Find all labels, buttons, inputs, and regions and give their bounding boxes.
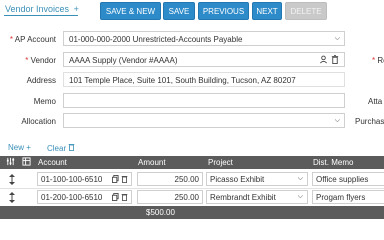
project-select[interactable]: Rembrandt Exhibit ⌵ — [206, 190, 308, 204]
address-field: 101 Temple Place, Suite 101, South Build… — [63, 72, 345, 87]
dist-memo-input[interactable]: Office supplies — [312, 172, 384, 186]
toolbar: Vendor Invoices + SAVE & NEW SAVE PREVIO… — [0, 0, 384, 22]
contact-icon[interactable] — [319, 55, 328, 66]
amount-input[interactable]: 250.00 — [137, 172, 203, 186]
column-project[interactable]: Project — [208, 158, 233, 167]
chevron-down-icon: ⌵ — [297, 193, 303, 200]
trash-icon[interactable] — [331, 55, 339, 66]
chevron-down-icon: ⌵ — [297, 175, 303, 182]
allocation-select[interactable]: ⌵ — [63, 113, 345, 128]
column-account[interactable]: Account — [38, 158, 67, 167]
drag-handle-icon[interactable] — [8, 174, 16, 187]
account-cell[interactable]: 01-100-100-6510 — [37, 172, 132, 186]
page-title-text: Vendor Invoices — [5, 4, 70, 14]
right-attachment-label: Atta — [368, 97, 383, 106]
table-row: 01-100-100-6510 250.00 Picasso Exhibit ⌵… — [0, 171, 384, 188]
previous-button[interactable]: PREVIOUS — [198, 2, 249, 20]
account-cell[interactable]: 01-200-100-6510 — [37, 190, 132, 204]
column-dist-memo[interactable]: Dist. Memo — [313, 158, 353, 167]
clear-lines-link[interactable]: Clear — [47, 143, 75, 153]
chevron-down-icon: ⌵ — [334, 117, 340, 124]
right-required-label: * Re — [372, 56, 384, 65]
column-amount[interactable]: Amount — [138, 158, 166, 167]
total-amount: $500.00 — [146, 208, 175, 217]
trash-icon — [68, 144, 75, 153]
address-label: Address — [26, 76, 56, 85]
next-button[interactable]: NEXT — [252, 2, 282, 20]
drag-handle-icon[interactable] — [8, 192, 16, 205]
allocation-label: Allocation — [21, 117, 56, 126]
trash-icon[interactable] — [121, 175, 128, 185]
memo-input[interactable] — [63, 93, 345, 108]
settings-icon[interactable] — [6, 157, 15, 168]
ap-account-label: * AP Account — [9, 35, 56, 44]
save-and-new-button[interactable]: SAVE & NEW — [100, 2, 161, 20]
chevron-down-icon: ⌵ — [334, 35, 340, 42]
filter-icon[interactable] — [22, 157, 31, 168]
vendor-label: * Vendor — [25, 56, 56, 65]
save-button[interactable]: SAVE — [163, 2, 195, 20]
trash-icon[interactable] — [121, 193, 128, 203]
right-purchase-label: Purchas — [355, 117, 384, 126]
grid-footer: $500.00 — [0, 206, 384, 219]
vendor-field[interactable]: AAAA Supply (Vendor #AAAA) — [63, 52, 345, 67]
delete-button[interactable]: DELETE — [285, 2, 327, 20]
copy-icon[interactable] — [112, 175, 119, 185]
add-invoice-icon[interactable]: + — [74, 4, 79, 14]
title-underline — [4, 15, 78, 16]
ap-account-select[interactable]: 01-000-000-2000 Unrestricted-Accounts Pa… — [63, 31, 345, 46]
memo-label: Memo — [33, 97, 56, 106]
copy-icon[interactable] — [112, 193, 119, 203]
table-row: 01-200-100-6510 250.00 Rembrandt Exhibit… — [0, 189, 384, 206]
amount-input[interactable]: 250.00 — [137, 190, 203, 204]
project-select[interactable]: Picasso Exhibit ⌵ — [206, 172, 308, 186]
dist-memo-input[interactable]: Progam flyers — [312, 190, 384, 204]
page-title: Vendor Invoices + — [5, 4, 79, 14]
grid-header: Account Amount Project Dist. Memo — [0, 156, 384, 169]
new-line-link[interactable]: New + — [8, 143, 31, 152]
